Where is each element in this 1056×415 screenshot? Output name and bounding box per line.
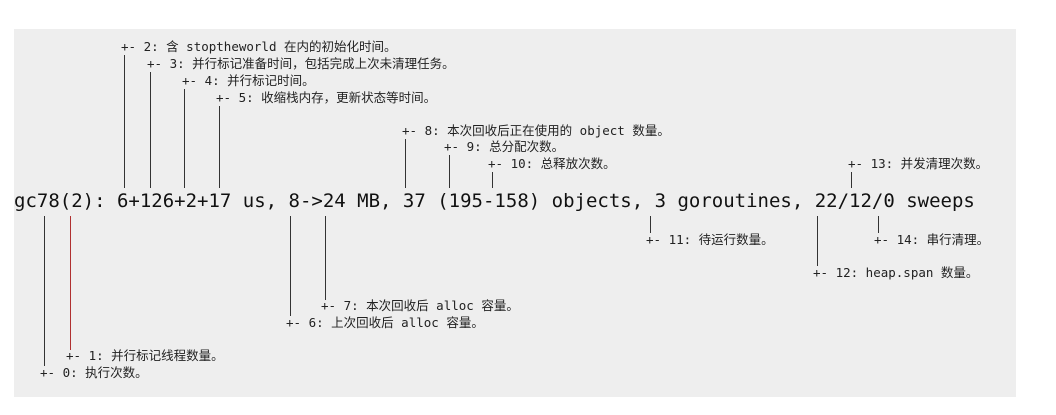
connector-1 — [70, 216, 72, 350]
annotation-10: +- 10: 总释放次数。 — [488, 156, 616, 171]
connector-12 — [817, 216, 819, 266]
annotation-4: +- 4: 并行标记时间。 — [182, 73, 315, 88]
annotation-9: +- 9: 总分配次数。 — [444, 139, 565, 154]
connector-3 — [150, 72, 152, 188]
annotation-13: +- 13: 并发清理次数。 — [848, 156, 989, 171]
annotation-7: +- 7: 本次回收后 alloc 容量。 — [321, 298, 519, 313]
gc-trace-line: gc78(2): 6+126+2+17 us, 8->24 MB, 37 (19… — [14, 190, 975, 212]
connector-9 — [449, 155, 451, 188]
annotation-0: +- 0: 执行次数。 — [40, 365, 148, 380]
annotation-3: +- 3: 并行标记准备时间，包括完成上次未清理任务。 — [147, 56, 455, 71]
connector-4 — [184, 89, 186, 188]
annotation-8: +- 8: 本次回收后正在使用的 object 数量。 — [402, 123, 670, 138]
connector-13 — [851, 172, 853, 188]
connector-2 — [124, 55, 126, 188]
connector-6 — [290, 216, 292, 316]
connector-5 — [219, 106, 221, 188]
connector-7 — [325, 216, 327, 300]
annotation-14: +- 14: 串行清理。 — [874, 232, 990, 247]
connector-11 — [650, 216, 652, 233]
annotation-1: +- 1: 并行标记线程数量。 — [66, 348, 224, 363]
annotation-2: +- 2: 含 stoptheworld 在内的初始化时间。 — [121, 39, 397, 54]
annotation-12: +- 12: heap.span 数量。 — [813, 265, 979, 280]
connector-14 — [878, 216, 880, 233]
gc-trace-diagram: +- 2: 含 stoptheworld 在内的初始化时间。 +- 3: 并行标… — [0, 0, 1056, 415]
connector-10 — [492, 172, 494, 188]
connector-0 — [44, 216, 46, 366]
annotation-6: +- 6: 上次回收后 alloc 容量。 — [286, 315, 484, 330]
annotation-5: +- 5: 收缩栈内存，更新状态等时间。 — [216, 90, 437, 105]
connector-8 — [405, 139, 407, 188]
annotation-11: +- 11: 待运行数量。 — [646, 232, 774, 247]
